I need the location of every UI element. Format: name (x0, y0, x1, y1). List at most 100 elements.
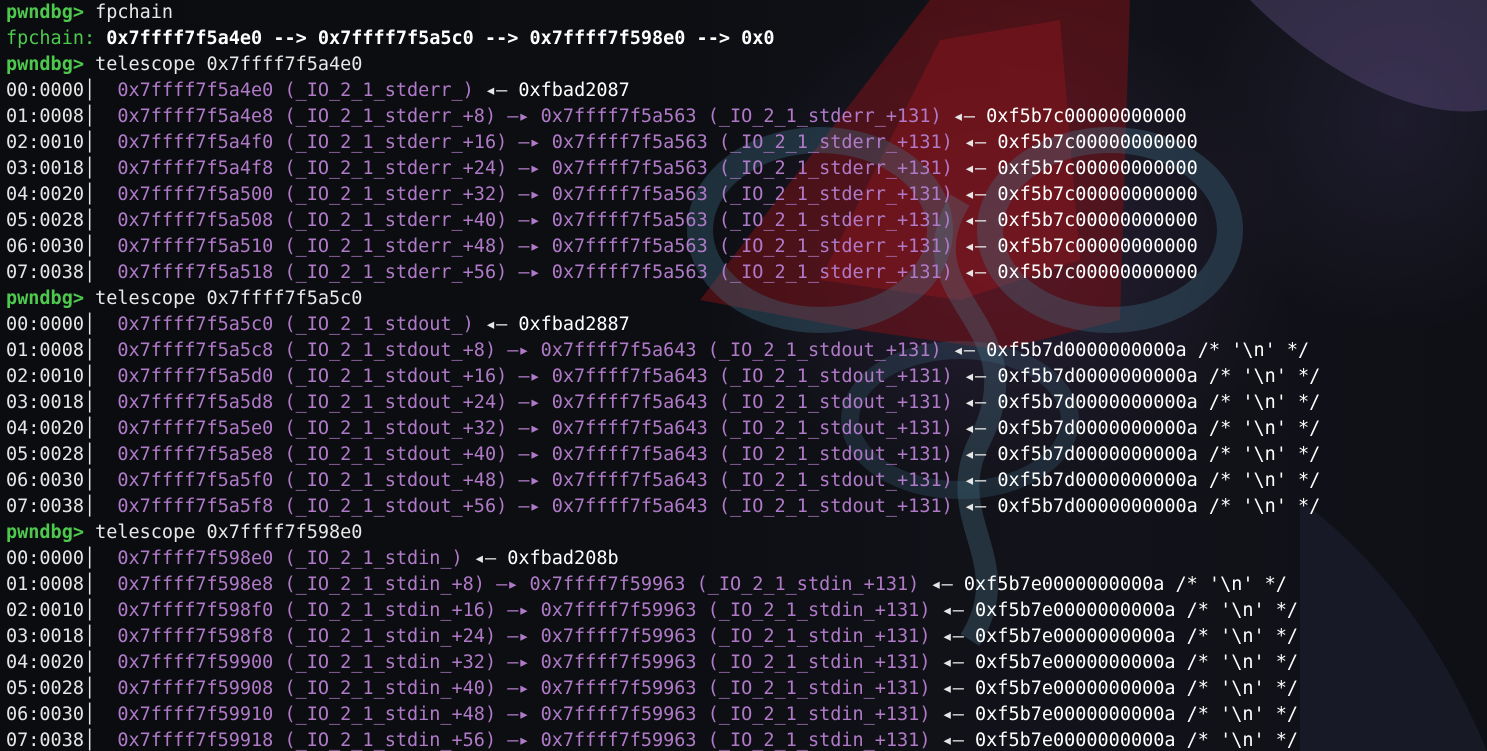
row-index: 01:0008 (6, 574, 84, 595)
row-separator: │ (83, 418, 118, 439)
row-value: 0xf5b7d0000000000a /* '\n' */ (997, 392, 1321, 413)
telescope-row: 04:0020│ 0x7ffff7f5a500 (_IO_2_1_stderr_… (6, 182, 1487, 208)
telescope-row: 03:0018│ 0x7ffff7f5a5d8 (_IO_2_1_stdout_… (6, 390, 1487, 416)
row-index: 01:0008 (6, 106, 84, 127)
row-separator: │ (83, 652, 118, 673)
command-line-fpchain: pwndbg> fpchain (6, 0, 1487, 26)
row-arrow: ◂— (941, 106, 987, 127)
row-separator: │ (83, 548, 118, 569)
row-index: 06:0030 (6, 470, 84, 491)
row-value: 0xf5b7d0000000000a /* '\n' */ (997, 418, 1321, 439)
row-value: 0xf5b7d0000000000a /* '\n' */ (997, 366, 1321, 387)
row-arrow: ◂— (930, 678, 976, 699)
row-value: 0xf5b7e0000000000a /* '\n' */ (963, 574, 1287, 595)
row-value: 0xf5b7c00000000000 (997, 236, 1198, 257)
telescope-row: 01:0008│ 0x7ffff7f598e8 (_IO_2_1_stdin_+… (6, 572, 1487, 598)
row-value: 0xf5b7c00000000000 (997, 262, 1198, 283)
row-index: 03:0018 (6, 626, 84, 647)
telescope-row: 00:0000│ 0x7ffff7f598e0 (_IO_2_1_stdin_)… (6, 546, 1487, 572)
telescope-row: 04:0020│ 0x7ffff7f5a5e0 (_IO_2_1_stdout_… (6, 416, 1487, 442)
row-arrow: ◂— (930, 704, 976, 725)
telescope-row: 04:0020│ 0x7ffff7f59900 (_IO_2_1_stdin_+… (6, 650, 1487, 676)
row-value: 0xf5b7c00000000000 (997, 210, 1198, 231)
row-index: 05:0028 (6, 444, 84, 465)
row-separator: │ (83, 236, 118, 257)
command-text: telescope 0x7ffff7f598e0 (83, 522, 363, 543)
row-separator: │ (83, 496, 118, 517)
row-separator: │ (83, 314, 118, 335)
row-address: 0x7ffff7f598e8 (_IO_2_1_stdin_+8) —▸ 0x7… (117, 574, 920, 595)
row-index: 06:0030 (6, 704, 84, 725)
row-separator: │ (83, 626, 118, 647)
row-index: 02:0010 (6, 600, 84, 621)
row-value: 0xf5b7e0000000000a /* '\n' */ (975, 652, 1299, 673)
row-separator: │ (83, 106, 118, 127)
row-address: 0x7ffff7f59910 (_IO_2_1_stdin_+48) —▸ 0x… (117, 704, 931, 725)
telescope-row: 03:0018│ 0x7ffff7f5a4f8 (_IO_2_1_stderr_… (6, 156, 1487, 182)
command-line-telescope: pwndbg> telescope 0x7ffff7f5a5c0 (6, 286, 1487, 312)
row-value: 0xfbad2887 (518, 314, 630, 335)
row-value: 0xf5b7c00000000000 (997, 158, 1198, 179)
terminal-window[interactable]: pwndbg> fpchain fpchain: 0x7ffff7f5a4e0 … (0, 0, 1487, 751)
row-arrow: ◂— (952, 132, 998, 153)
row-address: 0x7ffff7f5a510 (_IO_2_1_stderr_+48) —▸ 0… (117, 236, 953, 257)
row-separator: │ (83, 184, 118, 205)
fpchain-chain: 0x7ffff7f5a4e0 --> 0x7ffff7f5a5c0 --> 0x… (95, 28, 775, 49)
row-value: 0xf5b7c00000000000 (997, 132, 1198, 153)
row-arrow: ◂— (952, 184, 998, 205)
row-separator: │ (83, 366, 118, 387)
row-arrow: ◂— (473, 80, 519, 101)
command-line-telescope: pwndbg> telescope 0x7ffff7f598e0 (6, 520, 1487, 546)
row-separator: │ (83, 210, 118, 231)
row-index: 00:0000 (6, 548, 84, 569)
row-separator: │ (83, 392, 118, 413)
row-address: 0x7ffff7f5a4f0 (_IO_2_1_stderr_+16) —▸ 0… (117, 132, 953, 153)
telescope-row: 00:0000│ 0x7ffff7f5a5c0 (_IO_2_1_stdout_… (6, 312, 1487, 338)
row-address: 0x7ffff7f5a4e0 (_IO_2_1_stderr_) (117, 80, 474, 101)
row-address: 0x7ffff7f59918 (_IO_2_1_stdin_+56) —▸ 0x… (117, 730, 931, 751)
row-separator: │ (83, 600, 118, 621)
row-value: 0xf5b7e0000000000a /* '\n' */ (975, 730, 1299, 751)
telescope-row: 02:0010│ 0x7ffff7f598f0 (_IO_2_1_stdin_+… (6, 598, 1487, 624)
telescope-row: 02:0010│ 0x7ffff7f5a4f0 (_IO_2_1_stderr_… (6, 130, 1487, 156)
row-address: 0x7ffff7f5a508 (_IO_2_1_stderr_+40) —▸ 0… (117, 210, 953, 231)
row-index: 04:0020 (6, 418, 84, 439)
row-address: 0x7ffff7f59908 (_IO_2_1_stdin_+40) —▸ 0x… (117, 678, 931, 699)
row-address: 0x7ffff7f598f8 (_IO_2_1_stdin_+24) —▸ 0x… (117, 626, 931, 647)
row-arrow: ◂— (941, 340, 987, 361)
row-arrow: ◂— (952, 496, 998, 517)
row-arrow: ◂— (952, 418, 998, 439)
fpchain-output: fpchain: 0x7ffff7f5a4e0 --> 0x7ffff7f5a5… (6, 26, 1487, 52)
row-index: 02:0010 (6, 366, 84, 387)
row-separator: │ (83, 158, 118, 179)
row-index: 07:0038 (6, 262, 84, 283)
row-address: 0x7ffff7f5a5e0 (_IO_2_1_stdout_+32) —▸ 0… (117, 418, 953, 439)
row-address: 0x7ffff7f598e0 (_IO_2_1_stdin_) (117, 548, 463, 569)
row-address: 0x7ffff7f5a4f8 (_IO_2_1_stderr_+24) —▸ 0… (117, 158, 953, 179)
row-index: 07:0038 (6, 730, 84, 751)
row-index: 02:0010 (6, 132, 84, 153)
row-arrow: ◂— (952, 262, 998, 283)
row-separator: │ (83, 262, 118, 283)
row-address: 0x7ffff7f5a518 (_IO_2_1_stderr_+56) —▸ 0… (117, 262, 953, 283)
command-line-telescope: pwndbg> telescope 0x7ffff7f5a4e0 (6, 52, 1487, 78)
row-arrow: ◂— (930, 626, 976, 647)
row-arrow: ◂— (952, 392, 998, 413)
row-address: 0x7ffff7f5a4e8 (_IO_2_1_stderr_+8) —▸ 0x… (117, 106, 942, 127)
fpchain-label: fpchain: (6, 28, 96, 49)
row-separator: │ (83, 340, 118, 361)
row-value: 0xf5b7d0000000000a /* '\n' */ (997, 470, 1321, 491)
telescope-row: 05:0028│ 0x7ffff7f5a5e8 (_IO_2_1_stdout_… (6, 442, 1487, 468)
row-value: 0xf5b7c00000000000 (986, 106, 1187, 127)
row-address: 0x7ffff7f5a5e8 (_IO_2_1_stdout_+40) —▸ 0… (117, 444, 953, 465)
row-arrow: ◂— (930, 730, 976, 751)
row-separator: │ (83, 730, 118, 751)
row-separator: │ (83, 80, 118, 101)
row-arrow: ◂— (952, 210, 998, 231)
row-value: 0xf5b7e0000000000a /* '\n' */ (975, 600, 1299, 621)
row-value: 0xf5b7d0000000000a /* '\n' */ (997, 444, 1321, 465)
row-value: 0xf5b7c00000000000 (997, 184, 1198, 205)
command-text: telescope 0x7ffff7f5a4e0 (83, 54, 363, 75)
telescope-row: 05:0028│ 0x7ffff7f59908 (_IO_2_1_stdin_+… (6, 676, 1487, 702)
telescope-row: 07:0038│ 0x7ffff7f59918 (_IO_2_1_stdin_+… (6, 728, 1487, 751)
